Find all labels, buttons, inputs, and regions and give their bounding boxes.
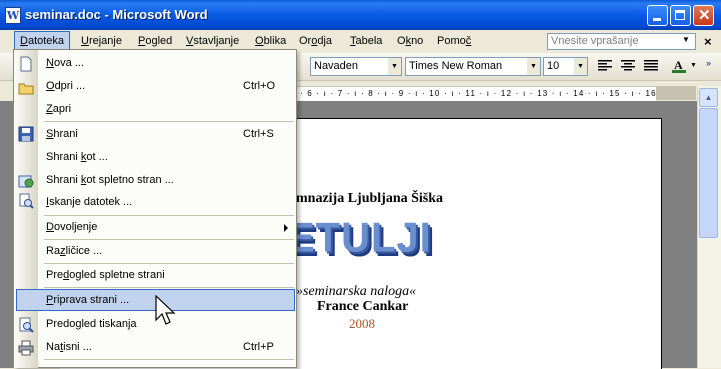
help-question-input[interactable]: Vnesite vprašanje xyxy=(547,33,696,50)
menu-pomoc[interactable]: Pomoč xyxy=(437,35,471,47)
menu-separator xyxy=(44,121,294,122)
minimize-icon xyxy=(653,18,661,21)
align-center-icon[interactable] xyxy=(620,59,636,73)
menu-separator xyxy=(44,287,294,288)
maximize-icon xyxy=(675,10,685,20)
menu-datoteka[interactable]: Datoteka xyxy=(14,31,71,50)
font-combo[interactable]: Times New Roman ▼ xyxy=(405,57,541,76)
scroll-up-arrow-icon[interactable]: ▲ xyxy=(699,88,718,107)
menu-tabela[interactable]: Tabela xyxy=(350,35,382,47)
school-name: mnazija Ljubljana Šiška xyxy=(296,191,444,206)
author-name: France Cankar xyxy=(317,299,409,314)
align-left-icon[interactable] xyxy=(597,59,613,73)
menu-pogled[interactable]: Pogled xyxy=(138,35,172,47)
chevron-down-icon[interactable]: ▼ xyxy=(388,58,401,75)
ruler-margin xyxy=(656,86,696,100)
toolbar-options-icon[interactable]: » xyxy=(706,58,711,68)
menu-item-razlicice[interactable]: Različice ... xyxy=(46,245,102,257)
save-icon xyxy=(18,126,34,142)
help-dropdown-arrow-icon[interactable]: ▼ xyxy=(682,35,690,44)
menu-item-shrani-kot[interactable]: Shrani kot ... xyxy=(46,151,108,163)
menu-item-zapri[interactable]: Zapri xyxy=(46,103,71,115)
menu-separator xyxy=(44,239,294,240)
shortcut-natisni: Ctrl+P xyxy=(243,341,274,353)
menu-urejanje[interactable]: Urejanje xyxy=(81,35,122,47)
ruler-scale: · 6 · ı · 7 · ı · 8 · ı · 9 · ı · 10 · ı… xyxy=(300,89,656,98)
menu-okno[interactable]: Okno xyxy=(397,35,423,47)
close-button[interactable]: ✕ xyxy=(693,5,714,26)
print-preview-icon xyxy=(19,317,34,333)
font-color-icon[interactable]: A xyxy=(671,59,687,73)
scroll-thumb[interactable] xyxy=(699,108,718,238)
menu-separator xyxy=(44,215,294,216)
wordart-title[interactable]: ETULJI xyxy=(288,215,432,262)
font-size-combo[interactable]: 10 ▼ xyxy=(543,57,588,76)
maximize-button[interactable] xyxy=(670,5,691,26)
window-title: seminar.doc - Microsoft Word xyxy=(25,7,208,22)
font-color-dropdown-icon[interactable]: ▼ xyxy=(690,62,697,69)
menu-item-nova[interactable]: Nova ... xyxy=(46,57,84,69)
printer-icon xyxy=(18,340,34,356)
title-bar: W seminar.doc - Microsoft Word ✕ xyxy=(0,0,721,30)
menu-item-natisni[interactable]: Natisni ... xyxy=(46,341,92,353)
menu-item-odpri[interactable]: Odpri ... xyxy=(46,80,85,92)
save-as-web-icon xyxy=(18,175,34,188)
justify-icon[interactable] xyxy=(643,59,659,73)
word-app-icon[interactable]: W xyxy=(5,7,21,24)
menu-separator xyxy=(44,263,294,264)
minimize-button[interactable] xyxy=(647,5,668,26)
submenu-arrow-icon xyxy=(284,224,288,232)
open-folder-icon xyxy=(18,83,34,95)
document-close-icon[interactable]: × xyxy=(704,34,712,49)
new-document-icon xyxy=(20,56,32,72)
file-search-icon xyxy=(19,193,34,209)
chevron-down-icon[interactable]: ▼ xyxy=(574,58,587,75)
menu-item-shrani[interactable]: Shrani xyxy=(46,128,78,140)
menu-item-priprava-strani[interactable]: Priprava strani ... xyxy=(46,294,129,306)
mouse-pointer-icon xyxy=(155,295,176,325)
chevron-down-icon[interactable]: ▼ xyxy=(527,58,540,75)
style-combo[interactable]: Navaden ▼ xyxy=(310,57,402,76)
menu-item-predogled-tiskanja[interactable]: Predogled tiskanja xyxy=(46,318,137,330)
shortcut-shrani: Ctrl+S xyxy=(243,128,274,140)
menu-item-dovoljenje[interactable]: Dovoljenje xyxy=(46,221,97,233)
subtitle: »seminarska naloga« xyxy=(296,284,417,299)
close-icon: ✕ xyxy=(698,7,711,24)
menu-vstavljanje[interactable]: Vstavljanje xyxy=(186,35,239,47)
menu-item-iskanje-datotek[interactable]: Iskanje datotek ... xyxy=(46,196,132,208)
menu-item-predogled-spletne-strani[interactable]: Predogled spletne strani xyxy=(46,269,165,281)
year: 2008 xyxy=(349,316,375,331)
menu-oblika[interactable]: Oblika xyxy=(255,35,286,47)
menu-item-shrani-kot-spletno-stran[interactable]: Shrani kot spletno stran ... xyxy=(46,174,174,186)
menu-separator xyxy=(44,359,294,360)
horizontal-ruler[interactable]: · 6 · ı · 7 · ı · 8 · ı · 9 · ı · 10 · ı… xyxy=(296,86,656,102)
menu-orodja[interactable]: Orodja xyxy=(299,35,332,47)
shortcut-odpri: Ctrl+O xyxy=(243,80,276,92)
